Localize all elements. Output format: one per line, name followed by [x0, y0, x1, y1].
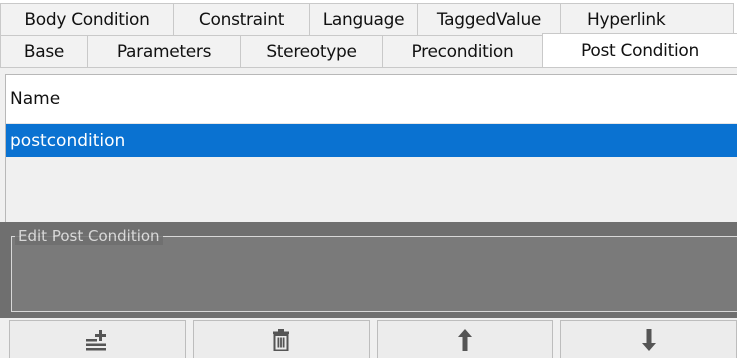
tab-label: Post Condition	[581, 40, 699, 61]
add-list-icon	[84, 329, 110, 351]
tab-label: Precondition	[411, 41, 514, 62]
tab-row-bottom: Base Parameters Stereotype Precondition …	[0, 33, 737, 67]
column-header-label: Name	[10, 89, 61, 109]
edit-post-condition-section: Edit Post Condition	[0, 222, 737, 318]
tab-taggedvalue[interactable]: TaggedValue	[417, 3, 561, 35]
tab-label: Hyperlink	[587, 9, 666, 30]
tab-parameters[interactable]: Parameters	[87, 35, 241, 67]
tab-label: Body Condition	[24, 9, 150, 30]
tab-label: Base	[23, 41, 65, 62]
tab-constraint[interactable]: Constraint	[173, 3, 310, 35]
post-condition-panel: Name postcondition Edit Post Condition	[0, 67, 737, 358]
trash-icon	[272, 328, 290, 351]
edit-post-condition-field[interactable]: Edit Post Condition	[11, 227, 737, 312]
tab-label: Language	[322, 9, 405, 30]
list-toolbar	[9, 320, 737, 358]
edit-section-legend: Edit Post Condition	[15, 227, 163, 245]
tab-label: Constraint	[198, 9, 285, 30]
arrow-up-icon	[457, 328, 472, 351]
tab-label: Stereotype	[266, 41, 357, 62]
tab-base[interactable]: Base	[0, 35, 88, 67]
tab-row-top: Body Condition Constraint Language Tagge…	[0, 3, 734, 35]
list-item-label: postcondition	[10, 130, 126, 151]
tab-hyperlink[interactable]: Hyperlink	[560, 3, 734, 35]
list-item[interactable]: postcondition	[6, 124, 737, 157]
list-empty-area[interactable]	[6, 157, 737, 223]
add-button[interactable]	[9, 320, 186, 358]
tab-stereotype[interactable]: Stereotype	[240, 35, 383, 67]
tab-language[interactable]: Language	[309, 3, 418, 35]
tab-body-condition[interactable]: Body Condition	[0, 3, 174, 35]
move-down-button[interactable]	[560, 320, 737, 358]
tab-post-condition[interactable]: Post Condition	[542, 33, 737, 67]
delete-button[interactable]	[192, 320, 370, 358]
post-condition-list[interactable]: Name postcondition	[5, 74, 737, 224]
tab-label: Parameters	[116, 41, 212, 62]
arrow-down-icon	[641, 328, 656, 351]
tab-precondition[interactable]: Precondition	[382, 35, 543, 67]
move-up-button[interactable]	[376, 320, 554, 358]
tab-label: TaggedValue	[436, 9, 542, 30]
column-header-name[interactable]: Name	[6, 75, 737, 124]
